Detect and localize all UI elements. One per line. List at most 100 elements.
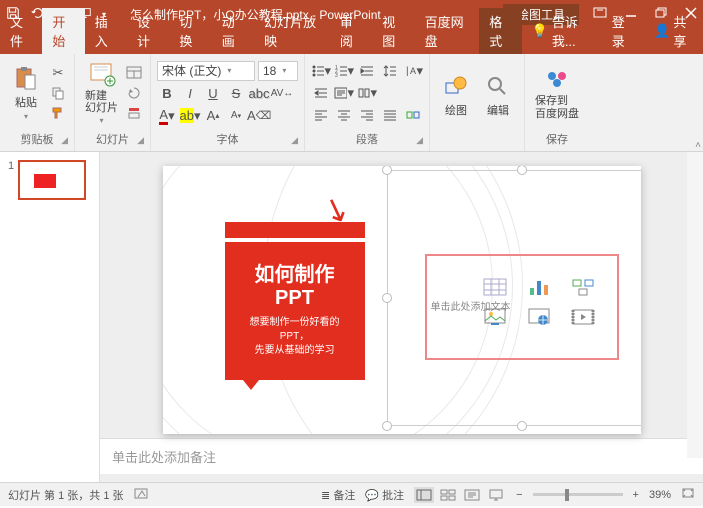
insert-chart-icon[interactable]: [525, 276, 553, 298]
status-bar: 幻灯片 第 1 张，共 1 张 ≣ 备注 💬 批注 − + 39%: [0, 482, 703, 506]
font-size-select[interactable]: 18▾: [258, 61, 298, 81]
dialog-launcher-icon[interactable]: ◢: [137, 135, 144, 146]
slide-thumbnail-pane[interactable]: 1: [0, 152, 100, 482]
vertical-scrollbar[interactable]: [687, 152, 703, 458]
paste-icon: [10, 64, 42, 92]
indent-right-button[interactable]: [357, 62, 377, 80]
drawing-button[interactable]: 绘图: [436, 70, 476, 120]
sorter-view-icon[interactable]: [438, 487, 458, 503]
tab-design[interactable]: 设计: [127, 8, 169, 54]
save-baidu-button[interactable]: 保存到 百度网盘: [531, 63, 583, 121]
group-label-font: 字体◢: [157, 129, 298, 149]
strikethrough-button[interactable]: S: [226, 85, 246, 103]
tab-slideshow[interactable]: 幻灯片放映: [254, 8, 330, 54]
copy-icon[interactable]: [48, 84, 68, 102]
slide-subtitle-text: 想要制作一份好看的PPT，先要从基础的学习: [237, 316, 353, 358]
title-callout[interactable]: 如何制作PPT 想要制作一份好看的PPT，先要从基础的学习: [225, 222, 365, 390]
indent-left-button[interactable]: [311, 84, 331, 102]
group-font: 宋体 (正文)▾ 18▾ B I U S abc AV↔ A▾ ab▾ A▴ A…: [151, 54, 305, 151]
resize-handle[interactable]: [382, 421, 392, 431]
tab-baidu[interactable]: 百度网盘: [415, 8, 480, 54]
shadow-button[interactable]: abc: [249, 85, 269, 103]
reset-icon[interactable]: [124, 84, 144, 102]
dialog-launcher-icon[interactable]: ◢: [291, 135, 298, 146]
insert-picture-icon[interactable]: [481, 306, 509, 328]
resize-handle[interactable]: [517, 166, 527, 175]
layout-icon[interactable]: [124, 64, 144, 82]
align-text-button[interactable]: ▾: [334, 84, 354, 102]
tell-me[interactable]: 💡告诉我...: [522, 8, 602, 54]
line-spacing-button[interactable]: [380, 62, 400, 80]
resize-handle[interactable]: [382, 166, 392, 175]
slide-canvas[interactable]: ↘ 如何制作PPT 想要制作一份好看的PPT，先要从基础的学习 ⟳: [163, 166, 641, 434]
italic-button[interactable]: I: [180, 85, 200, 103]
char-spacing-button[interactable]: AV↔: [272, 85, 292, 103]
zoom-in-icon[interactable]: +: [633, 489, 639, 501]
signin-link[interactable]: 登录: [602, 8, 644, 54]
spellcheck-icon[interactable]: [134, 486, 148, 503]
grow-font-button[interactable]: A▴: [203, 107, 223, 125]
slide-thumbnail[interactable]: 1: [8, 160, 91, 200]
bullets-button[interactable]: ▾: [311, 62, 331, 80]
tab-file[interactable]: 文件: [0, 8, 42, 54]
slideshow-view-icon[interactable]: [486, 487, 506, 503]
clear-format-button[interactable]: A⌫: [249, 107, 269, 125]
collapse-ribbon-icon[interactable]: ˄: [695, 140, 701, 151]
fit-window-icon[interactable]: [681, 487, 695, 502]
bold-button[interactable]: B: [157, 85, 177, 103]
highlight-button[interactable]: ab▾: [180, 107, 200, 125]
ribbon-tabs: 文件 开始 插入 设计 切换 动画 幻灯片放映 审阅 视图 百度网盘 格式 💡告…: [0, 28, 703, 54]
placeholder-insert-icons: [481, 276, 601, 328]
normal-view-icon[interactable]: [414, 487, 434, 503]
view-buttons: [414, 487, 506, 503]
notes-toggle[interactable]: ≣ 备注: [321, 487, 355, 503]
cut-icon[interactable]: ✂: [48, 64, 68, 82]
format-painter-icon[interactable]: [48, 104, 68, 122]
dialog-launcher-icon[interactable]: ◢: [416, 135, 423, 146]
insert-table-icon[interactable]: [481, 276, 509, 298]
tab-insert[interactable]: 插入: [85, 8, 127, 54]
tab-animations[interactable]: 动画: [212, 8, 254, 54]
section-icon[interactable]: [124, 104, 144, 122]
align-left-button[interactable]: [311, 106, 331, 124]
zoom-slider[interactable]: [533, 493, 623, 496]
new-slide-button[interactable]: 新建 幻灯片▾: [81, 58, 122, 127]
resize-handle[interactable]: [382, 293, 392, 303]
align-right-button[interactable]: [357, 106, 377, 124]
insert-smartart-icon[interactable]: [569, 276, 597, 298]
slide-counter[interactable]: 幻灯片 第 1 张，共 1 张: [8, 487, 124, 503]
svg-text:|: |: [406, 66, 409, 77]
tab-transitions[interactable]: 切换: [169, 8, 211, 54]
tab-review[interactable]: 审阅: [330, 8, 372, 54]
font-family-select[interactable]: 宋体 (正文)▾: [157, 61, 255, 81]
tab-view[interactable]: 视图: [372, 8, 414, 54]
tab-home[interactable]: 开始: [42, 8, 84, 54]
comments-toggle[interactable]: 💬 批注: [365, 487, 404, 503]
reading-view-icon[interactable]: [462, 487, 482, 503]
insert-video-icon[interactable]: [569, 306, 597, 328]
resize-handle[interactable]: [517, 421, 527, 431]
font-color-button[interactable]: A▾: [157, 107, 177, 125]
notes-pane[interactable]: 单击此处添加备注: [100, 438, 703, 474]
shrink-font-button[interactable]: A▾: [226, 107, 246, 125]
insert-online-picture-icon[interactable]: [525, 306, 553, 328]
ribbon: 粘贴▾ ✂ 剪贴板◢ 新建 幻灯片▾ 幻灯片◢: [0, 54, 703, 152]
dialog-launcher-icon[interactable]: ◢: [61, 135, 68, 146]
zoom-level[interactable]: 39%: [649, 489, 671, 501]
columns-button[interactable]: ▾: [357, 84, 377, 102]
justify-button[interactable]: [380, 106, 400, 124]
text-direction-button[interactable]: |A▾: [403, 62, 423, 80]
editing-button[interactable]: 编辑: [478, 70, 518, 120]
zoom-out-icon[interactable]: −: [516, 489, 522, 501]
group-label-clipboard: 剪贴板◢: [6, 129, 68, 149]
numbering-button[interactable]: 123▾: [334, 62, 354, 80]
slide-editor[interactable]: ↘ 如何制作PPT 想要制作一份好看的PPT，先要从基础的学习 ⟳: [100, 152, 703, 482]
paste-button[interactable]: 粘贴▾: [6, 62, 46, 123]
placeholder-inner[interactable]: 单击此处添加文本: [425, 254, 619, 360]
smartart-button[interactable]: [403, 106, 423, 124]
align-center-button[interactable]: [334, 106, 354, 124]
share-button[interactable]: 👤共享: [644, 8, 703, 54]
tab-format[interactable]: 格式: [479, 8, 521, 54]
underline-button[interactable]: U: [203, 85, 223, 103]
content-placeholder[interactable]: ⟳ 单击此处添加文本: [387, 170, 641, 426]
